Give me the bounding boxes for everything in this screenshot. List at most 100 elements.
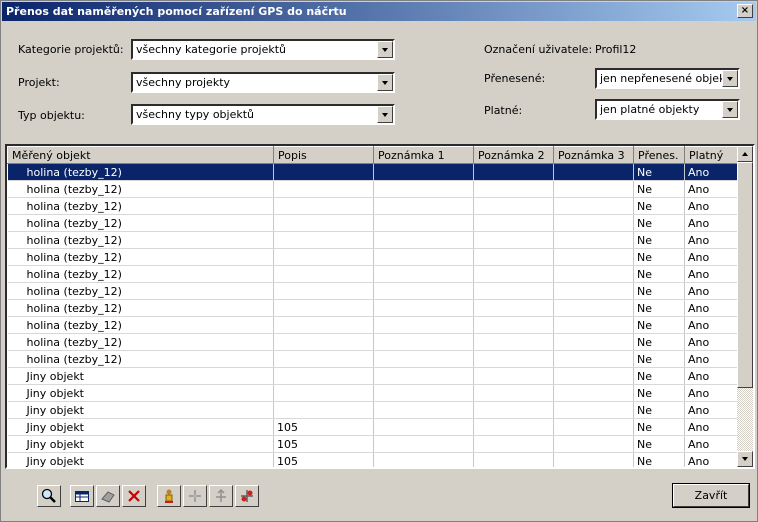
- chevron-down-icon[interactable]: [377, 41, 393, 58]
- scroll-down-icon[interactable]: [737, 451, 753, 467]
- table-cell: [273, 282, 374, 300]
- table-cell: Jiny objekt: [7, 384, 274, 402]
- table-cell: Ano: [684, 350, 738, 368]
- table-cell: [373, 333, 474, 351]
- typ-select[interactable]: všechny typy objektů: [131, 104, 395, 125]
- table-cell: [373, 418, 474, 436]
- column-header[interactable]: Platný: [684, 146, 738, 164]
- table-button[interactable]: [70, 485, 94, 507]
- column-header[interactable]: Poznámka 1: [373, 146, 474, 164]
- table-cell: [473, 248, 554, 266]
- table-cell: Ano: [684, 163, 738, 181]
- table-cell: Ne: [633, 265, 685, 283]
- table-row[interactable]: Jiny objekt Ne Ano: [7, 384, 738, 402]
- data-grid[interactable]: Měřený objekt Popis Poznámka 1 Poznámka …: [5, 144, 755, 469]
- move-button[interactable]: [183, 485, 207, 507]
- zoom-button[interactable]: [37, 485, 61, 507]
- table-row[interactable]: holina (tezby_12) Ne Ano: [7, 333, 738, 351]
- table-row[interactable]: Jiny objekt Ne Ano: [7, 401, 738, 419]
- grid-table: Měřený objekt Popis Poznámka 1 Poznámka …: [7, 146, 738, 467]
- projekt-label: Projekt:: [18, 76, 60, 89]
- table-cell: [373, 401, 474, 419]
- table-row[interactable]: holina (tezby_12) Ne Ano: [7, 316, 738, 334]
- table-cell: Ne: [633, 367, 685, 385]
- column-header[interactable]: Poznámka 3: [553, 146, 634, 164]
- column-header[interactable]: Přenes.: [633, 146, 685, 164]
- chevron-down-icon[interactable]: [722, 101, 738, 118]
- table-cell: [273, 299, 374, 317]
- table-row[interactable]: Jiny objekt 105 Ne Ano: [7, 418, 738, 436]
- column-header[interactable]: Popis: [273, 146, 374, 164]
- table-cell: [473, 418, 554, 436]
- transfer-icon: [241, 490, 253, 502]
- table-cell: [553, 231, 634, 249]
- table-row[interactable]: holina (tezby_12) Ne Ano: [7, 282, 738, 300]
- table-cell: Jiny objekt: [7, 401, 274, 419]
- table-cell: [373, 180, 474, 198]
- column-header[interactable]: Měřený objekt: [7, 146, 274, 164]
- move-up-icon: [216, 488, 226, 502]
- table-cell: Ano: [684, 333, 738, 351]
- table-row[interactable]: Jiny objekt 105 Ne Ano: [7, 452, 738, 467]
- table-cell: Ano: [684, 435, 738, 453]
- table-row[interactable]: holina (tezby_12) Ne Ano: [7, 248, 738, 266]
- table-cell: [473, 401, 554, 419]
- projekt-select[interactable]: všechny projekty: [131, 72, 395, 93]
- kategorie-select[interactable]: všechny kategorie projektů: [131, 39, 395, 60]
- table-row[interactable]: holina (tezby_12) Ne Ano: [7, 214, 738, 232]
- uzivatel-label: Označení uživatele:: [484, 43, 593, 56]
- vertical-scrollbar[interactable]: [737, 146, 753, 467]
- transfer-button[interactable]: [235, 485, 259, 507]
- eraser-icon: [101, 491, 115, 503]
- table-cell: 105: [273, 452, 374, 467]
- table-cell: holina (tezby_12): [7, 316, 274, 334]
- table-cell: Ano: [684, 367, 738, 385]
- table-cell: [473, 367, 554, 385]
- table-cell: [273, 214, 374, 232]
- table-row[interactable]: holina (tezby_12) Ne Ano: [7, 180, 738, 198]
- platne-select[interactable]: jen platné objekty: [595, 99, 740, 120]
- table-cell: Ne: [633, 214, 685, 232]
- person-button[interactable]: [157, 485, 181, 507]
- scroll-up-icon[interactable]: [737, 146, 753, 162]
- table-row[interactable]: holina (tezby_12) Ne Ano: [7, 197, 738, 215]
- table-cell: [273, 180, 374, 198]
- table-cell: holina (tezby_12): [7, 265, 274, 283]
- move-icon: [189, 490, 201, 502]
- prenesene-select[interactable]: jen nepřenesené objekty: [595, 68, 740, 89]
- typ-label: Typ objektu:: [18, 109, 85, 122]
- move-up-button[interactable]: [209, 485, 233, 507]
- chevron-down-icon[interactable]: [722, 70, 738, 87]
- scroll-thumb[interactable]: [737, 162, 753, 388]
- chevron-down-icon[interactable]: [377, 74, 393, 91]
- person-icon: [165, 489, 173, 503]
- table-cell: [273, 333, 374, 351]
- table-cell: [273, 316, 374, 334]
- table-row[interactable]: holina (tezby_12) Ne Ano: [7, 350, 738, 368]
- table-row[interactable]: holina (tezby_12) Ne Ano: [7, 163, 738, 181]
- close-window-button[interactable]: ×: [737, 4, 753, 18]
- table-cell: Ano: [684, 418, 738, 436]
- table-cell: [273, 265, 374, 283]
- close-button[interactable]: Zavřít: [672, 483, 750, 508]
- table-cell: [473, 214, 554, 232]
- eraser-button[interactable]: [96, 485, 120, 507]
- table-cell: [553, 163, 634, 181]
- typ-value: všechny typy objektů: [136, 108, 255, 121]
- table-row[interactable]: Jiny objekt Ne Ano: [7, 367, 738, 385]
- table-cell: Ano: [684, 282, 738, 300]
- column-header[interactable]: Poznámka 2: [473, 146, 554, 164]
- delete-button[interactable]: [122, 485, 146, 507]
- table-row[interactable]: Jiny objekt 105 Ne Ano: [7, 435, 738, 453]
- table-cell: Ne: [633, 163, 685, 181]
- table-row[interactable]: holina (tezby_12) Ne Ano: [7, 231, 738, 249]
- table-cell: [473, 333, 554, 351]
- table-cell: [473, 282, 554, 300]
- table-cell: holina (tezby_12): [7, 333, 274, 351]
- chevron-down-icon[interactable]: [377, 106, 393, 123]
- table-cell: [553, 316, 634, 334]
- table-cell: Ne: [633, 248, 685, 266]
- table-row[interactable]: holina (tezby_12) Ne Ano: [7, 299, 738, 317]
- table-cell: [553, 299, 634, 317]
- table-row[interactable]: holina (tezby_12) Ne Ano: [7, 265, 738, 283]
